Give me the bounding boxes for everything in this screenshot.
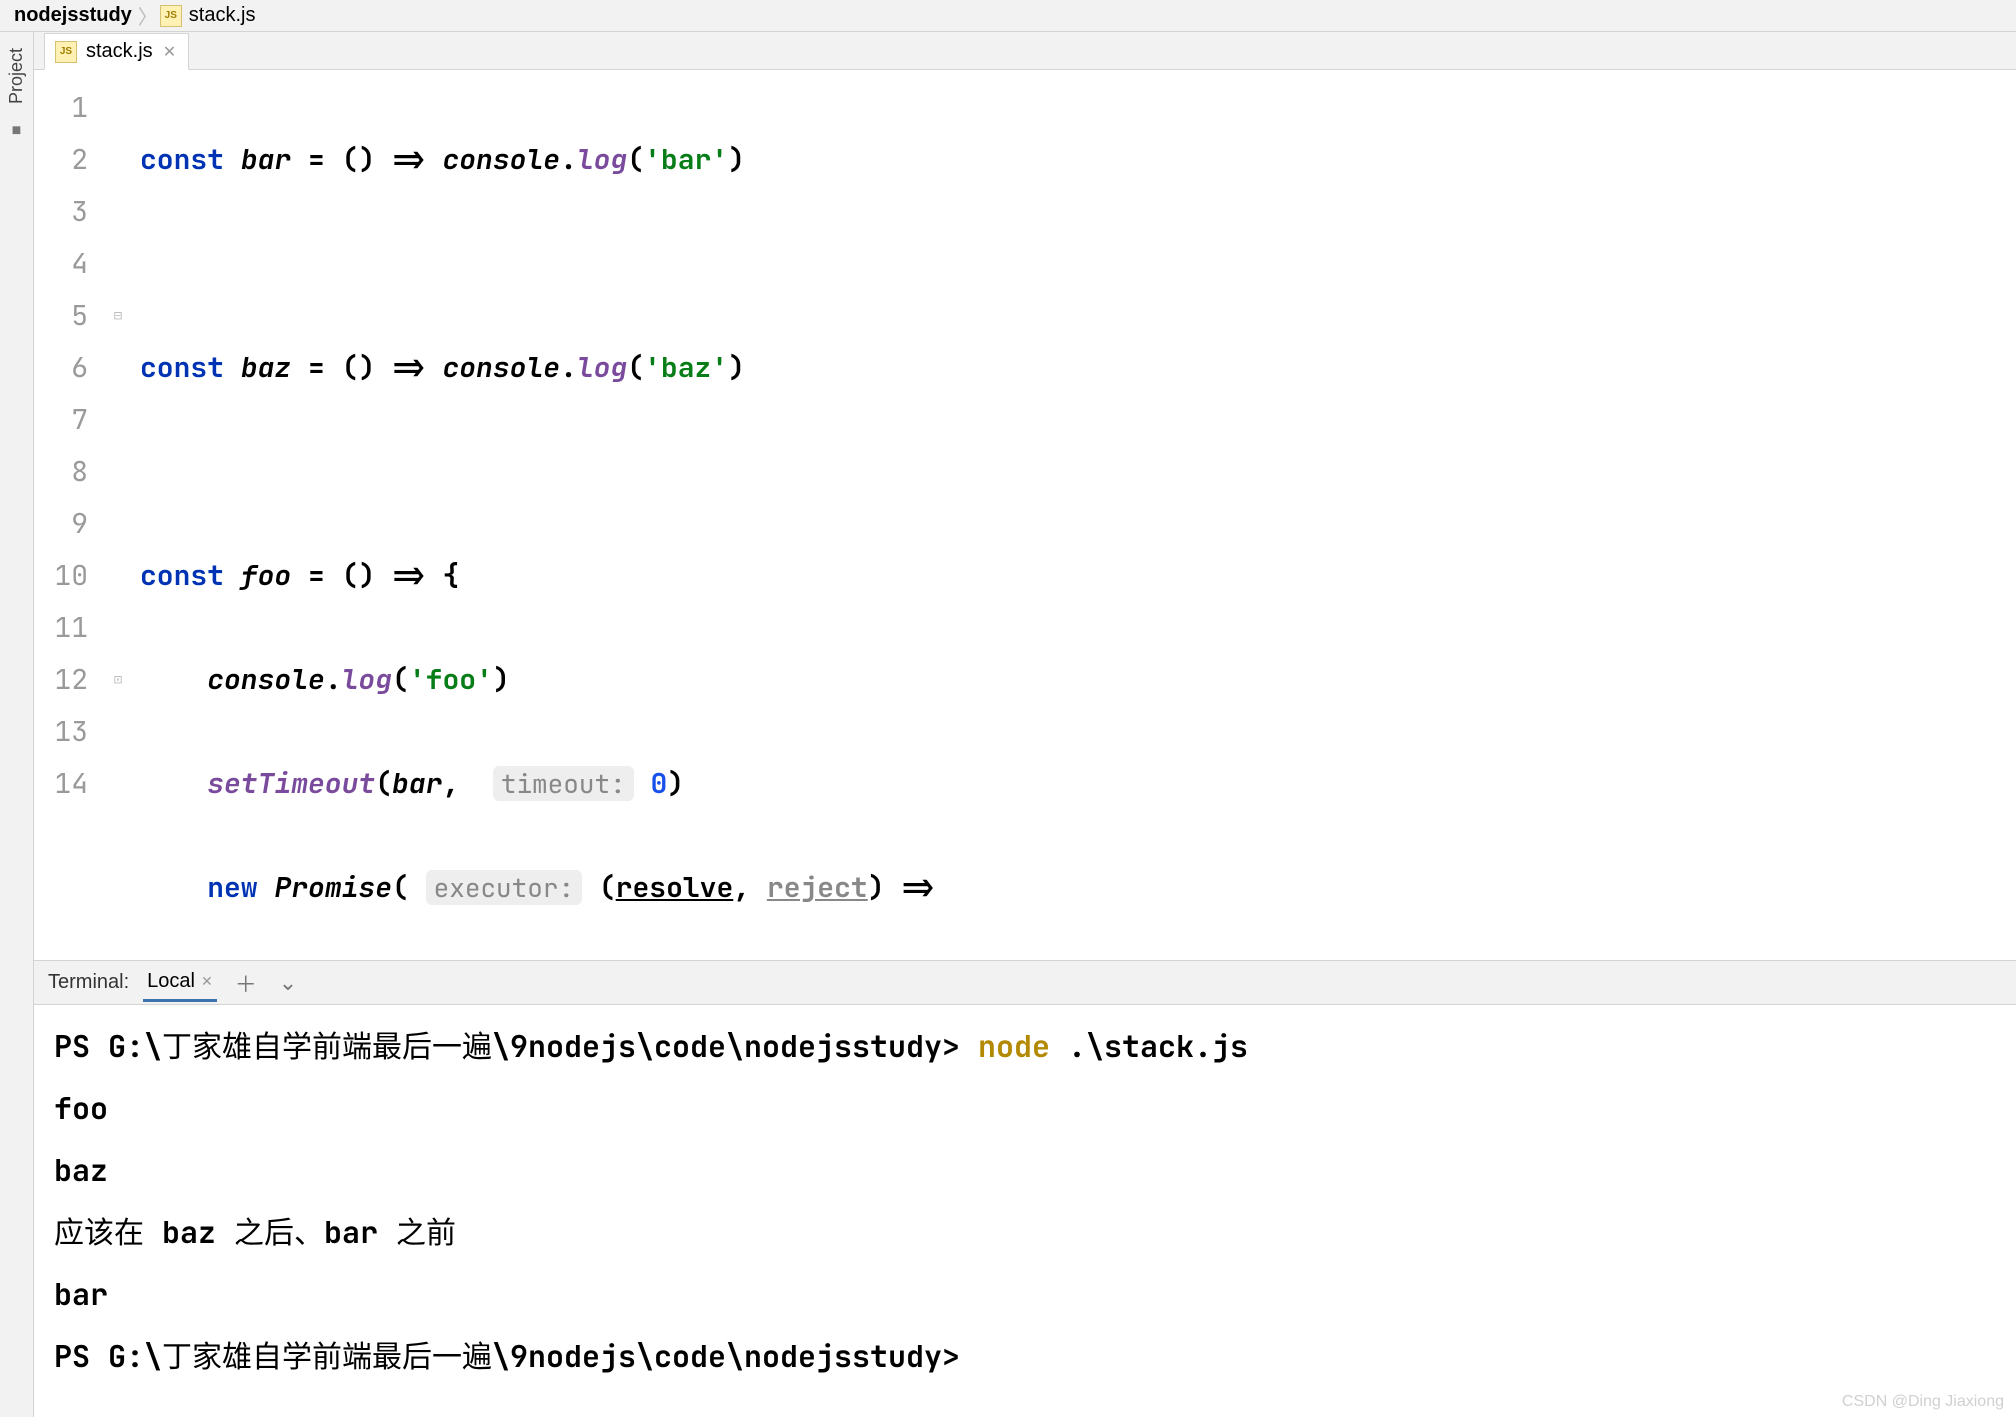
ident: log xyxy=(342,661,392,698)
ident: console xyxy=(207,661,325,698)
add-terminal-button[interactable]: ＋ xyxy=(231,967,261,999)
punc: () xyxy=(342,349,376,386)
op: = xyxy=(291,141,341,178)
op: => xyxy=(375,557,442,594)
main-split: Project ■ JS stack.js ✕ 1234567891011121… xyxy=(0,32,2016,1417)
kw-const: const xyxy=(140,557,224,594)
punc: { xyxy=(442,557,459,594)
punc: () xyxy=(342,557,376,594)
ident: setTimeout xyxy=(207,765,375,802)
term-command: node xyxy=(978,1026,1068,1066)
string: 'foo' xyxy=(409,661,493,698)
gutter-line-numbers: 1234567891011121314 xyxy=(34,70,104,960)
kw-const: const xyxy=(140,141,224,178)
string: 'baz' xyxy=(644,349,728,386)
terminal-tab-local[interactable]: Local ✕ xyxy=(143,964,217,1002)
terminal-dropdown-button[interactable]: ⌄ xyxy=(275,970,301,996)
punc: . xyxy=(560,141,577,178)
close-icon[interactable]: ✕ xyxy=(201,973,213,990)
js-file-icon: JS xyxy=(55,41,77,63)
fold-end-icon[interactable]: ⊡ xyxy=(104,654,132,706)
punc: () xyxy=(342,141,376,178)
term-prompt: \9nodejs\code\nodejsstudy> xyxy=(492,1026,978,1066)
folder-icon: ■ xyxy=(12,122,22,140)
param: resolve xyxy=(616,869,734,906)
breadcrumb-separator: 〉 xyxy=(136,1,160,30)
fold-icon[interactable]: ⊟ xyxy=(104,290,132,342)
term-output: baz xyxy=(54,1139,1996,1201)
term-arg: .\stack.js xyxy=(1068,1026,1248,1066)
op: => xyxy=(885,869,952,906)
kw-new: new xyxy=(207,869,257,906)
editor-area: JS stack.js ✕ 1234567891011121314 ⊟ ⊡ co… xyxy=(34,32,2016,1417)
kw-const: const xyxy=(140,349,224,386)
ident: console xyxy=(442,349,560,386)
term-output: 应该在 baz 之后、bar 之前 xyxy=(54,1201,1996,1263)
term-prompt: PS G:\ xyxy=(54,1336,162,1376)
ident: foo xyxy=(241,557,291,594)
punc: . xyxy=(325,661,342,698)
term-output: foo xyxy=(54,1077,1996,1139)
op: = xyxy=(291,349,341,386)
terminal-panel: Terminal: Local ✕ ＋ ⌄ PS G:\丁家雄自学前端最后一遍\… xyxy=(34,960,2016,1417)
term-prompt: \9nodejs\code\nodejsstudy> xyxy=(492,1336,960,1376)
op: = xyxy=(291,557,341,594)
ident: console xyxy=(442,141,560,178)
tool-window-bar-left: Project ■ xyxy=(0,32,34,1417)
term-prompt: 丁家雄自学前端最后一遍 xyxy=(162,1336,492,1376)
number: 0 xyxy=(650,765,667,802)
close-icon[interactable]: ✕ xyxy=(163,42,176,62)
terminal-tab-label: Local xyxy=(147,970,195,993)
inlay-hint: executor: xyxy=(426,870,582,905)
ident: log xyxy=(577,349,627,386)
ident: bar xyxy=(241,141,291,178)
editor-tabs: JS stack.js ✕ xyxy=(34,32,2016,70)
editor-tab-label: stack.js xyxy=(86,40,153,63)
op: => xyxy=(375,141,442,178)
code-editor[interactable]: 1234567891011121314 ⊟ ⊡ const bar = () =… xyxy=(34,70,2016,960)
breadcrumb: nodejsstudy 〉 JS stack.js xyxy=(0,0,2016,32)
param: reject xyxy=(767,869,868,906)
terminal-title: Terminal: xyxy=(48,971,129,994)
inlay-hint: timeout: xyxy=(493,766,634,801)
editor-tab-stackjs[interactable]: JS stack.js ✕ xyxy=(44,33,189,70)
ident: Promise xyxy=(274,869,392,906)
gutter-folding: ⊟ ⊡ xyxy=(104,70,132,960)
ident: baz xyxy=(241,349,291,386)
term-output: bar xyxy=(54,1263,1996,1325)
breadcrumb-project[interactable]: nodejsstudy xyxy=(10,4,136,27)
term-prompt: 丁家雄自学前端最后一遍 xyxy=(162,1026,492,1066)
ident: bar xyxy=(392,765,442,802)
watermark: CSDN @Ding Jiaxiong xyxy=(1842,1393,2004,1411)
terminal-tabs: Terminal: Local ✕ ＋ ⌄ xyxy=(34,961,2016,1005)
term-prompt: PS G:\ xyxy=(54,1026,162,1066)
breadcrumb-file[interactable]: stack.js xyxy=(185,4,260,27)
js-file-icon: JS xyxy=(160,5,182,27)
project-tool-button[interactable]: Project xyxy=(6,42,27,110)
punc: . xyxy=(560,349,577,386)
string: 'bar' xyxy=(644,141,728,178)
terminal-body[interactable]: PS G:\丁家雄自学前端最后一遍\9nodejs\code\nodejsstu… xyxy=(34,1005,2016,1417)
ident: log xyxy=(577,141,627,178)
op: => xyxy=(375,349,442,386)
code-body[interactable]: const bar = () => console.log('bar') con… xyxy=(132,70,2016,960)
